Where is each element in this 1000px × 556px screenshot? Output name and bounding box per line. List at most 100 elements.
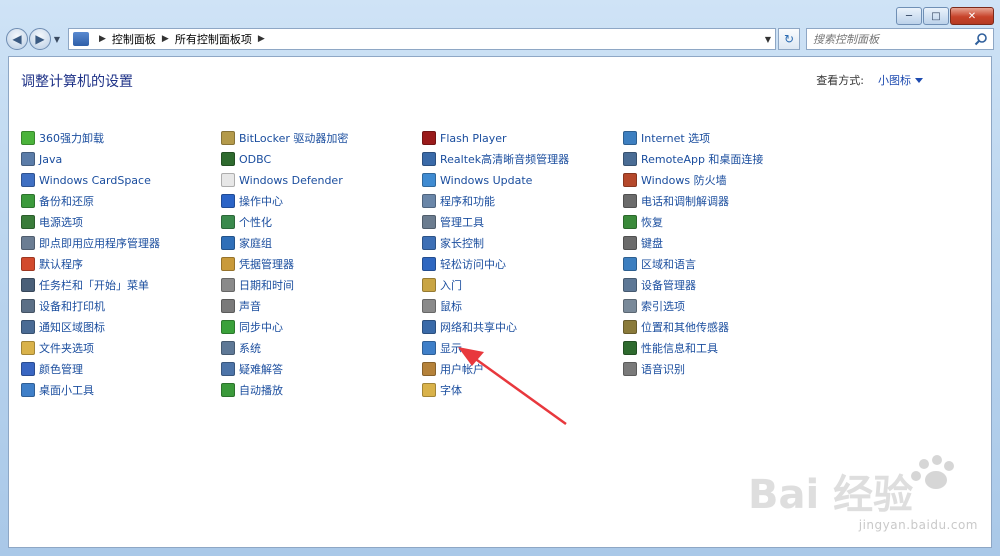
control-panel-item[interactable]: 任务栏和「开始」菜单 [21, 276, 149, 294]
control-panel-item[interactable]: 疑难解答 [221, 360, 283, 378]
control-panel-item-label: ODBC [239, 152, 272, 166]
flash-icon [422, 131, 436, 145]
chevron-right-icon[interactable]: ▶ [99, 34, 106, 44]
breadcrumb-control-panel[interactable]: 控制面板 [112, 31, 156, 47]
address-dropdown-icon[interactable]: ▼ [765, 35, 771, 44]
control-panel-item[interactable]: 声音 [221, 297, 261, 315]
internet-options-icon [623, 131, 637, 145]
control-panel-item[interactable]: 设备管理器 [623, 276, 696, 294]
fonts-icon [422, 383, 436, 397]
control-panel-item[interactable]: 通知区域图标 [21, 318, 105, 336]
window-controls: ─ □ ✕ [896, 7, 994, 25]
search-icon[interactable] [974, 32, 988, 46]
maximize-button[interactable]: □ [923, 7, 949, 25]
control-panel-item[interactable]: BitLocker 驱动器加密 [221, 129, 348, 147]
back-button[interactable]: ◀ [6, 28, 28, 50]
control-panel-item[interactable]: Flash Player [422, 129, 507, 147]
control-panel-item[interactable]: 桌面小工具 [21, 381, 94, 399]
credential-icon [221, 257, 235, 271]
navigation-bar: ◀ ▶ ▼ ▶ 控制面板 ▶ 所有控制面板项 ▶ ▼ ↻ [6, 25, 994, 53]
control-panel-item[interactable]: Realtek高清晰音频管理器 [422, 150, 569, 168]
control-panel-item[interactable]: 程序和功能 [422, 192, 495, 210]
control-panel-item[interactable]: 家长控制 [422, 234, 484, 252]
control-panel-item[interactable]: 凭据管理器 [221, 255, 294, 273]
folder-options-icon [21, 341, 35, 355]
personalization-icon [221, 215, 235, 229]
user-accounts-icon [422, 362, 436, 376]
control-panel-item[interactable]: ODBC [221, 150, 271, 168]
control-panel-item[interactable]: 系统 [221, 339, 261, 357]
control-panel-item[interactable]: 用户帐户 [422, 360, 484, 378]
control-panel-item[interactable]: 文件夹选项 [21, 339, 94, 357]
control-panel-item[interactable]: 索引选项 [623, 297, 685, 315]
indexing-icon [623, 299, 637, 313]
control-panel-item[interactable]: 自动播放 [221, 381, 283, 399]
control-panel-item[interactable]: Windows Defender [221, 171, 343, 189]
chevron-right-icon[interactable]: ▶ [258, 34, 265, 44]
control-panel-item[interactable]: Windows Update [422, 171, 532, 189]
power-icon [21, 215, 35, 229]
control-panel-item[interactable]: 电话和调制解调器 [623, 192, 729, 210]
control-panel-item[interactable]: 颜色管理 [21, 360, 83, 378]
control-panel-item[interactable]: 同步中心 [221, 318, 283, 336]
control-panel-item[interactable]: 默认程序 [21, 255, 83, 273]
search-input[interactable] [813, 32, 973, 46]
bitlocker-icon [221, 131, 235, 145]
control-panel-item[interactable]: 管理工具 [422, 213, 484, 231]
refresh-button[interactable]: ↻ [778, 28, 800, 50]
control-panel-item[interactable]: 字体 [422, 381, 462, 399]
search-box[interactable] [806, 28, 994, 50]
chevron-right-icon[interactable]: ▶ [162, 34, 169, 44]
control-panel-item[interactable]: 鼠标 [422, 297, 462, 315]
control-panel-item-label: 家长控制 [440, 237, 484, 250]
breadcrumb-all-items[interactable]: 所有控制面板项 [175, 31, 252, 47]
default-programs-icon [21, 257, 35, 271]
control-panel-item[interactable]: 设备和打印机 [21, 297, 105, 315]
control-panel-item[interactable]: 显示 [422, 339, 462, 357]
control-panel-item-label: 入门 [440, 279, 462, 292]
view-by-dropdown[interactable]: 小图标 [878, 72, 923, 88]
control-panel-item[interactable]: 轻松访问中心 [422, 255, 506, 273]
control-panel-item[interactable]: Windows 防火墙 [623, 171, 727, 189]
control-panel-item[interactable]: 即点即用应用程序管理器 [21, 234, 160, 252]
control-panel-item-label: 家庭组 [239, 237, 272, 250]
control-panel-item-label: 键盘 [641, 237, 663, 250]
forward-button[interactable]: ▶ [29, 28, 51, 50]
control-panel-item[interactable]: 位置和其他传感器 [623, 318, 729, 336]
control-panel-item[interactable]: 个性化 [221, 213, 272, 231]
control-panel-item[interactable]: RemoteApp 和桌面连接 [623, 150, 763, 168]
recent-pages-dropdown[interactable]: ▼ [51, 35, 63, 44]
control-panel-item[interactable]: Internet 选项 [623, 129, 710, 147]
control-panel-item[interactable]: 入门 [422, 276, 462, 294]
system-icon [221, 341, 235, 355]
control-panel-item[interactable]: 操作中心 [221, 192, 283, 210]
watermark-brand: Bai 经验 [748, 472, 913, 518]
minimize-button[interactable]: ─ [896, 7, 922, 25]
control-panel-item-label: 操作中心 [239, 195, 283, 208]
control-panel-item[interactable]: 性能信息和工具 [623, 339, 718, 357]
address-bar[interactable]: ▶ 控制面板 ▶ 所有控制面板项 ▶ ▼ [68, 28, 776, 50]
control-panel-item[interactable]: 360强力卸载 [21, 129, 104, 147]
control-panel-item[interactable]: 键盘 [623, 234, 663, 252]
control-panel-item[interactable]: Windows CardSpace [21, 171, 151, 189]
control-panel-item[interactable]: 恢复 [623, 213, 663, 231]
control-panel-item[interactable]: 备份和还原 [21, 192, 94, 210]
control-panel-item-label: 即点即用应用程序管理器 [39, 237, 160, 250]
control-panel-item[interactable]: 网络和共享中心 [422, 318, 517, 336]
control-panel-item[interactable]: 区域和语言 [623, 255, 696, 273]
control-panel-item-label: 个性化 [239, 216, 272, 229]
control-panel-item[interactable]: 语音识别 [623, 360, 685, 378]
control-panel-item-label: Windows 防火墙 [641, 174, 727, 187]
control-panel-item-label: 轻松访问中心 [440, 258, 506, 271]
control-panel-item[interactable]: 日期和时间 [221, 276, 294, 294]
sync-icon [221, 320, 235, 334]
close-button[interactable]: ✕ [950, 7, 994, 25]
control-panel-item[interactable]: Java [21, 150, 62, 168]
ease-of-access-icon [422, 257, 436, 271]
control-panel-item[interactable]: 电源选项 [21, 213, 83, 231]
control-panel-item-label: RemoteApp 和桌面连接 [641, 153, 764, 166]
control-panel-item[interactable]: 家庭组 [221, 234, 272, 252]
mouse-icon [422, 299, 436, 313]
taskbar-icon [21, 278, 35, 292]
control-panel-item-label: Windows Update [440, 173, 533, 187]
